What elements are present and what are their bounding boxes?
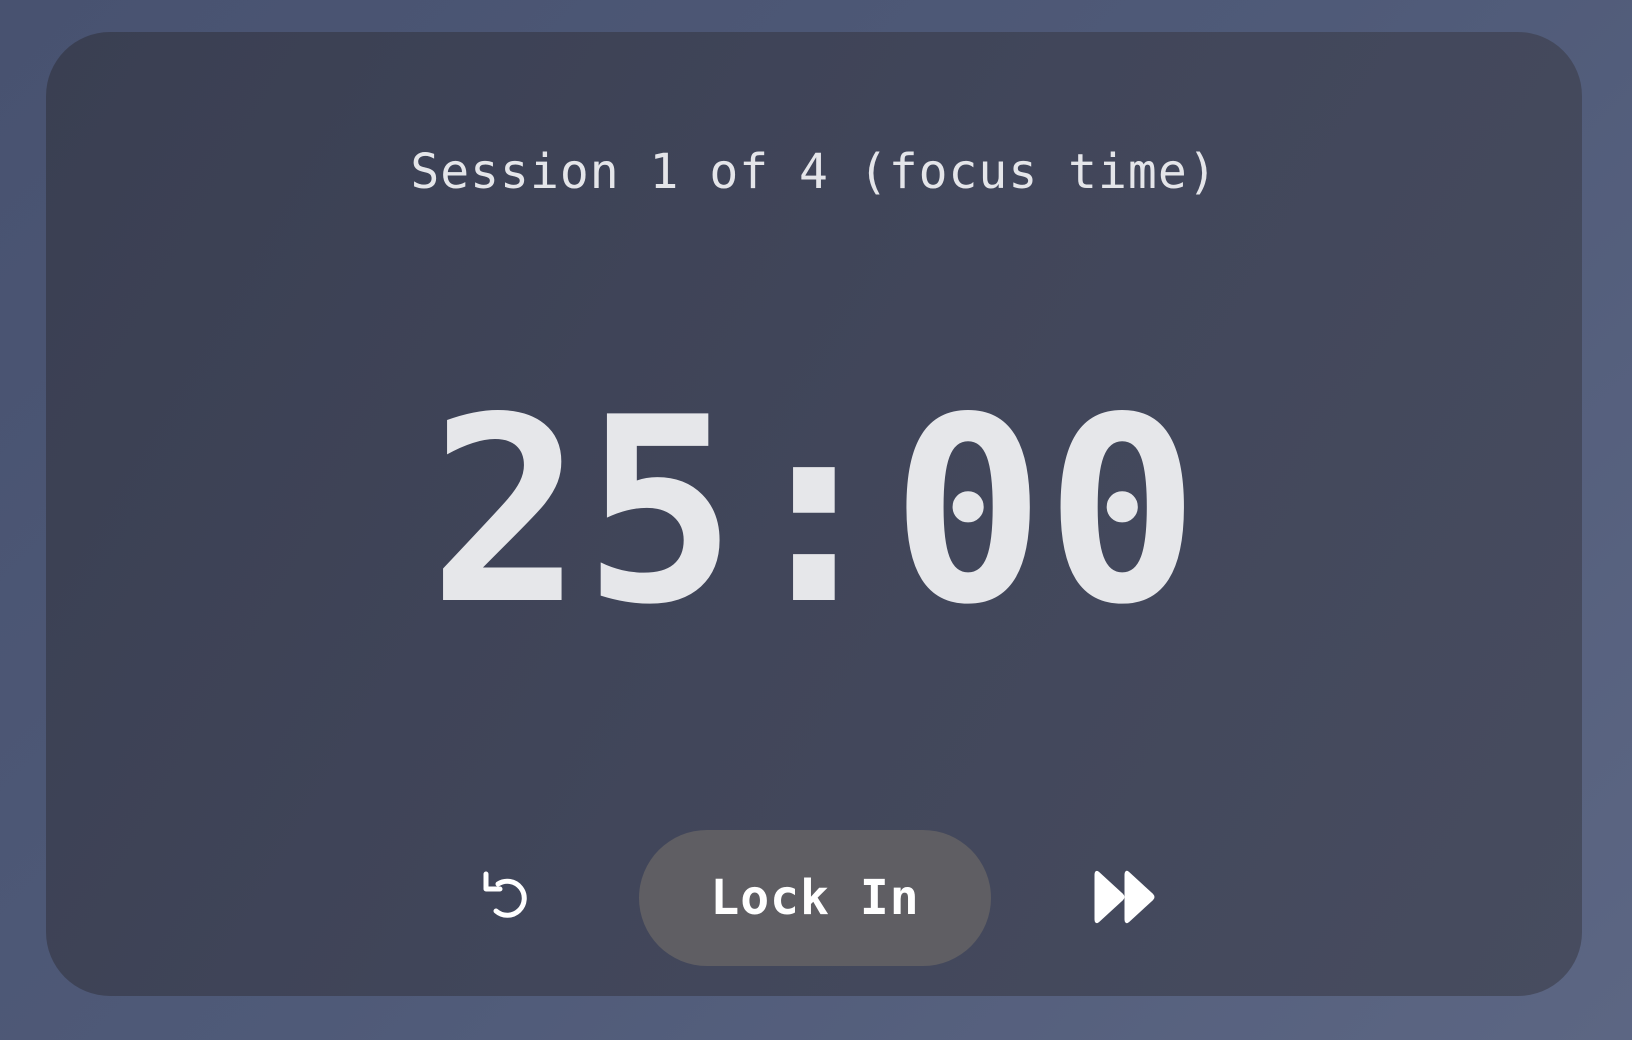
timer-card: Session 1 of 4 (focus time) 25:00 Lock I…	[46, 32, 1582, 996]
timer-controls: Lock In	[46, 830, 1582, 966]
timer-display: 25:00	[428, 363, 1200, 661]
skip-button[interactable]	[1086, 858, 1166, 938]
reset-icon	[476, 865, 540, 932]
skip-forward-icon	[1090, 869, 1162, 928]
lock-in-button[interactable]: Lock In	[639, 830, 991, 966]
session-label: Session 1 of 4 (focus time)	[410, 144, 1218, 200]
reset-button[interactable]	[468, 858, 548, 938]
